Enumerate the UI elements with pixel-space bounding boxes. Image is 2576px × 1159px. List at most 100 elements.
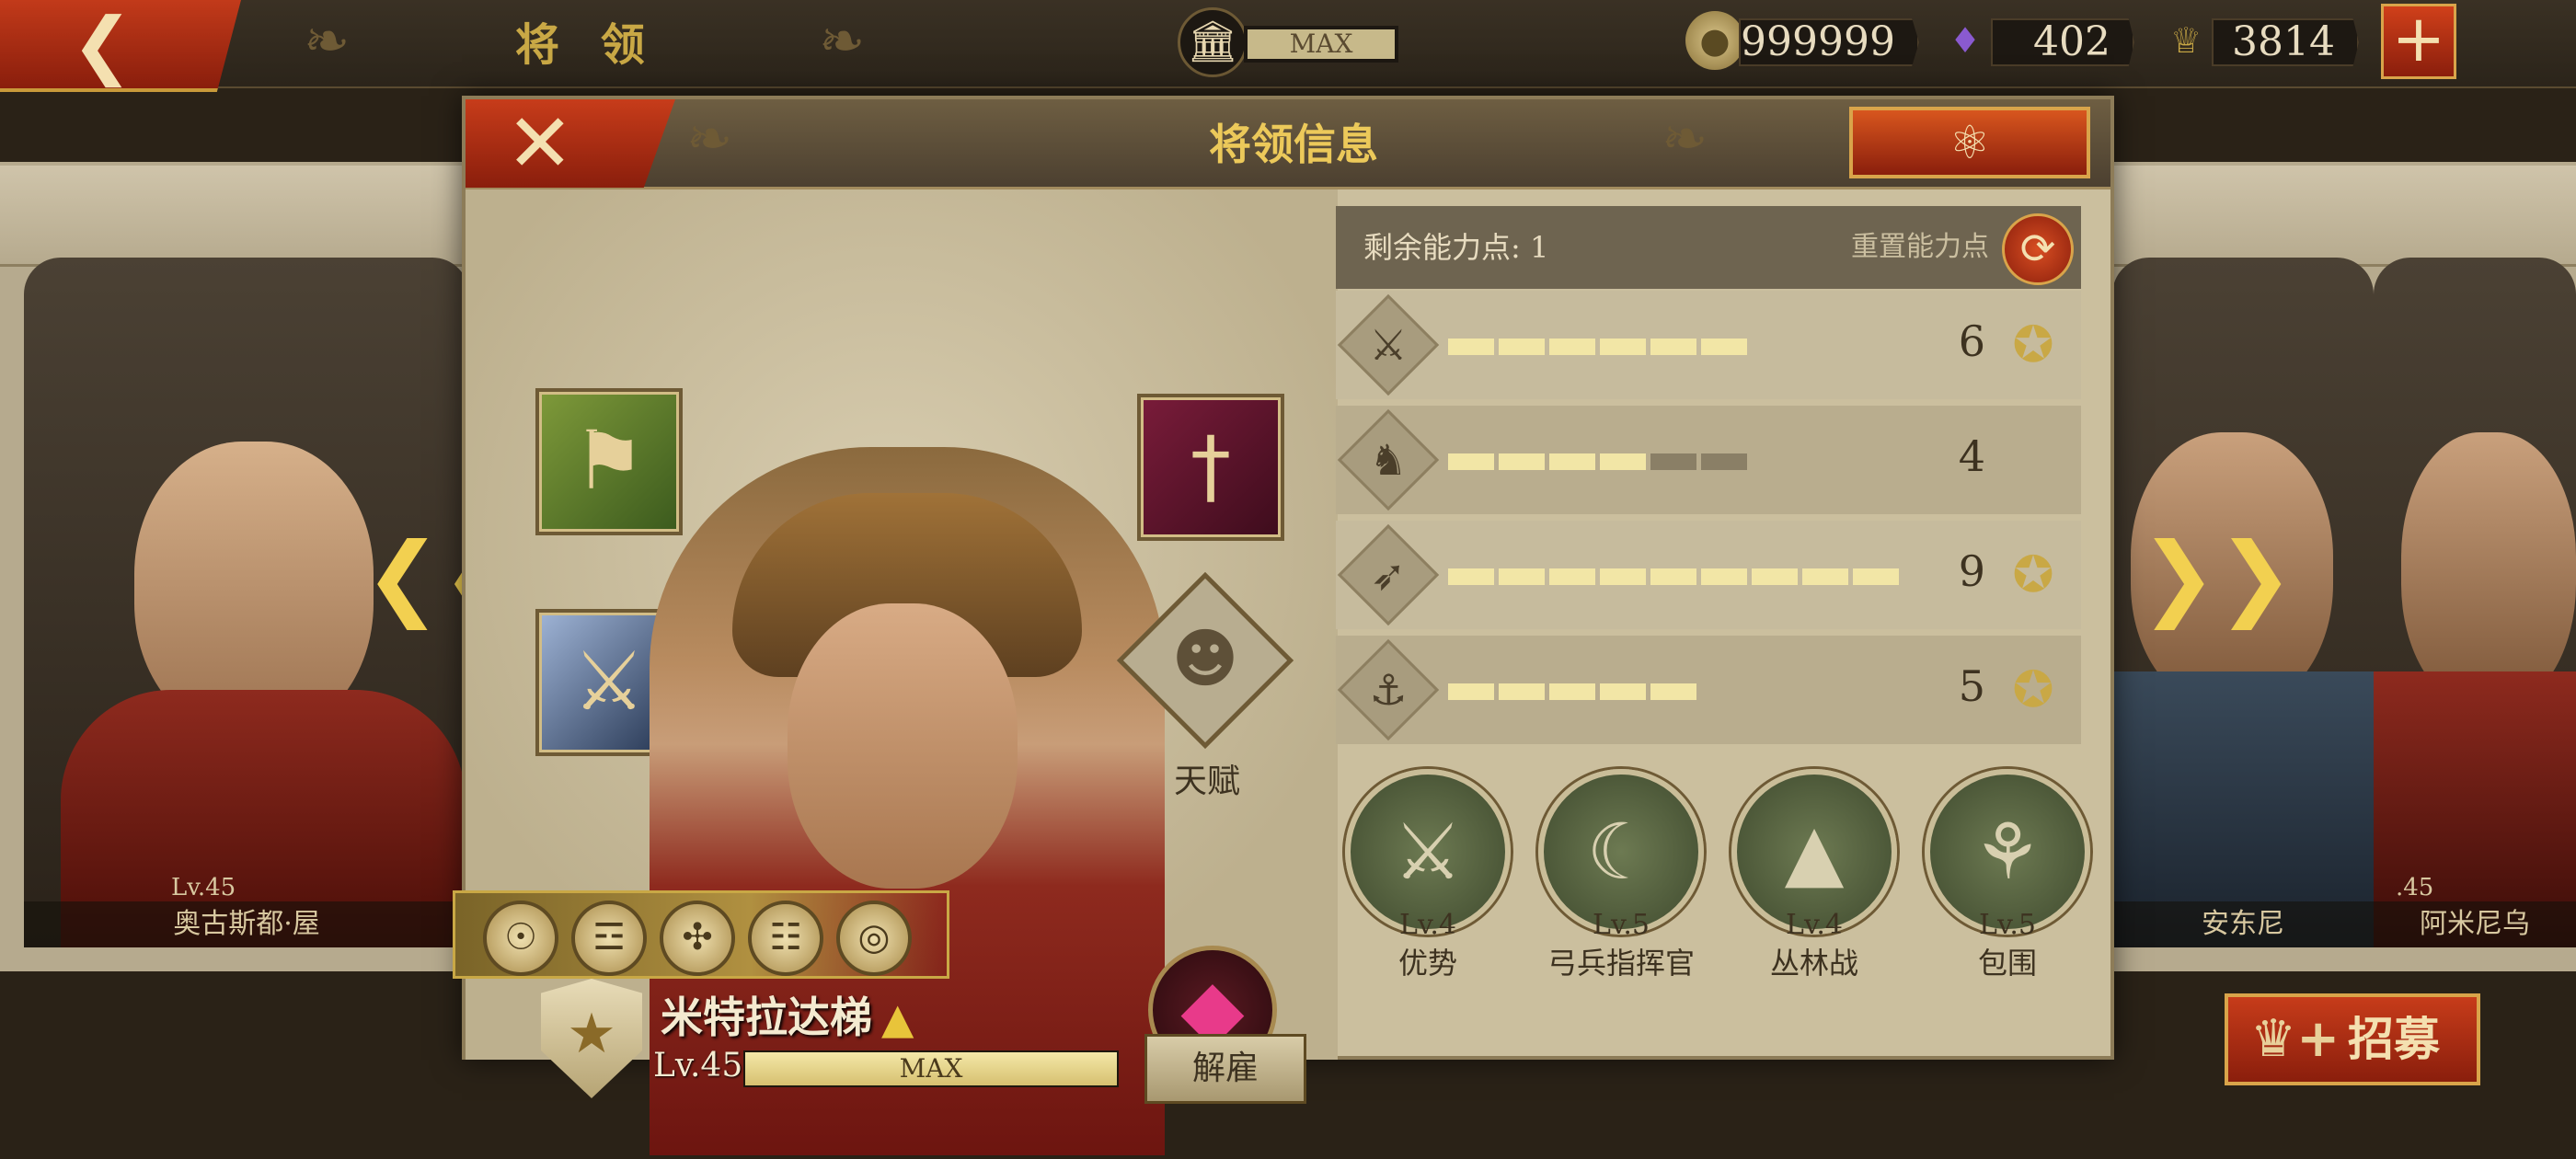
stat-pip xyxy=(1650,339,1696,355)
side-hero-card-right-2[interactable]: .45 阿米尼乌 xyxy=(2374,258,2576,947)
laurel-right-icon: ❧ xyxy=(1662,107,1708,171)
forest-icon: ▲ xyxy=(1784,807,1845,897)
anchor-icon: ⚓ xyxy=(1369,665,1408,715)
stat-pip xyxy=(1802,568,1848,585)
skill-name: 包围 xyxy=(1977,946,2037,981)
hero-level: Lv.45 xyxy=(653,1047,743,1084)
hero-info-dialog: ✕ ❧ 将领信息 ❧ ⚛ ⚑ ⚔ † ☻ 天赋 ◆ ☉ ☲ ✣ ☷ ◎ ★ 米特… xyxy=(453,96,2114,1155)
dagger-icon: † xyxy=(1190,419,1231,513)
stat-pip xyxy=(1549,453,1595,470)
bank-icon[interactable]: 🏛 xyxy=(1178,7,1248,77)
stat-pip xyxy=(1600,339,1646,355)
medal-icon[interactable]: ☷ xyxy=(748,901,823,976)
stat-progress-pips xyxy=(1448,683,1908,700)
skill-name: 丛林战 xyxy=(1769,946,1858,981)
xp-bar: MAX xyxy=(743,1050,1119,1087)
laurel-left-icon: ❧ xyxy=(304,9,351,74)
side-hero-portrait xyxy=(2401,432,2576,708)
bow-icon: ☾ xyxy=(1586,807,1656,897)
dialog-title: 将领信息 xyxy=(1209,120,1378,169)
stat-row[interactable]: ➶ 9 ✪ xyxy=(1336,521,2081,629)
ability-points-remaining: 剩余能力点: 1 xyxy=(1363,230,1549,265)
stat-pip xyxy=(1448,568,1494,585)
stat-progress-pips xyxy=(1448,568,1908,585)
skill-level: Lv.5 xyxy=(1593,909,1650,941)
star-laurel-badge-icon: ✪ xyxy=(2012,316,2054,373)
stat-progress-pips xyxy=(1448,453,1908,470)
banner-icon: ⚑ xyxy=(572,413,646,508)
medal-strip: ☉ ☲ ✣ ☷ ◎ xyxy=(453,890,949,979)
stat-pip xyxy=(1549,339,1595,355)
dismiss-button[interactable]: 解雇 xyxy=(1144,1034,1306,1104)
medal-icon[interactable]: ✣ xyxy=(660,901,735,976)
stat-pip xyxy=(1650,568,1696,585)
plus-icon: + xyxy=(2391,1,2446,76)
bow-icon: ➶ xyxy=(1370,550,1407,600)
equip-slot-dagger[interactable]: † xyxy=(1137,394,1284,541)
medal-icon[interactable]: ◎ xyxy=(836,901,912,976)
sword-icon: ⚔ xyxy=(1369,320,1408,370)
stat-value: 6 xyxy=(1958,316,1985,366)
rank-badge-icon: ★ xyxy=(541,979,642,1098)
stat-pip xyxy=(1600,568,1646,585)
stat-pip xyxy=(1853,568,1899,585)
back-chevron-icon: ❮ xyxy=(71,1,133,87)
encircle-icon: ⚘ xyxy=(1972,807,2042,897)
stat-pip xyxy=(1549,568,1595,585)
stat-pip xyxy=(1650,683,1696,700)
stat-pip xyxy=(1752,568,1798,585)
reset-points-button[interactable]: ⟳ xyxy=(2002,213,2074,285)
spqr-counter: 3814 xyxy=(2212,18,2359,66)
cavalry-icon: ♞ xyxy=(1369,435,1408,485)
portrait-area: ⚑ ⚔ † ☻ 天赋 ◆ ☉ ☲ ✣ ☷ ◎ ★ 米特拉达梯 ▲ Lv.45 M… xyxy=(453,189,1338,1155)
add-currency-button[interactable]: + xyxy=(2381,4,2456,79)
eagle-button[interactable]: ⚛ xyxy=(1849,107,2090,178)
stat-pip xyxy=(1600,453,1646,470)
stat-row[interactable]: ⚔ 6 ✪ xyxy=(1336,291,2081,399)
side-hero-name: 安东尼 xyxy=(2112,901,2374,947)
stat-pip xyxy=(1701,453,1747,470)
next-hero-arrow-icon[interactable]: ❯❯ xyxy=(2140,522,2294,630)
stat-pip xyxy=(1499,453,1545,470)
building-level-badge: MAX xyxy=(1244,26,1398,63)
stat-pip xyxy=(1499,339,1545,355)
stat-progress-pips xyxy=(1448,339,1908,355)
side-hero-level: .45 xyxy=(2396,874,2434,901)
medal-icon[interactable]: ☲ xyxy=(571,901,647,976)
skill-name: 弓兵指挥官 xyxy=(1547,946,1695,981)
equip-slot-banner[interactable]: ⚑ xyxy=(535,388,683,535)
gold-counter: 999999 xyxy=(1739,18,1919,66)
star-laurel-badge-icon: ✪ xyxy=(2012,660,2054,718)
ability-points-header: 剩余能力点: 1 重置能力点 ⟳ xyxy=(1336,206,2081,289)
close-button[interactable]: ✕ xyxy=(466,99,675,188)
skill-level: Lv.5 xyxy=(1979,909,2036,941)
recruit-button[interactable]: ♛+ 招募 xyxy=(2225,993,2480,1085)
stat-pip xyxy=(1448,453,1494,470)
gold-coin-icon: ● xyxy=(1685,11,1744,70)
medal-icon[interactable]: ☉ xyxy=(483,901,558,976)
talent-face-icon: ☻ xyxy=(1171,621,1239,696)
stat-pip xyxy=(1499,568,1545,585)
stat-pip xyxy=(1600,683,1646,700)
recruit-label: 招募 xyxy=(2348,1012,2440,1066)
stat-row[interactable]: ♞ 4 xyxy=(1336,406,2081,514)
back-button[interactable]: ❮ xyxy=(0,0,241,92)
stat-value: 4 xyxy=(1958,431,1985,481)
stat-row[interactable]: ⚓ 5 ✪ xyxy=(1336,636,2081,744)
gem-counter: 402 xyxy=(1991,18,2134,66)
archers-icon: ⚔ xyxy=(1393,807,1463,897)
side-hero-name: 奥古斯都·屋 xyxy=(24,901,469,947)
side-hero-name: 阿米尼乌 xyxy=(2374,901,2576,947)
stat-pip xyxy=(1701,339,1747,355)
stat-pip xyxy=(1701,568,1747,585)
stat-value: 5 xyxy=(1958,661,1985,711)
helmet-plus-icon: ♛+ xyxy=(2250,1009,2340,1069)
rank-up-arrow-icon[interactable]: ▲ xyxy=(881,993,914,1043)
laurel-right-icon: ❧ xyxy=(819,9,866,74)
laurel-left-icon: ❧ xyxy=(686,107,733,171)
talent-label: 天赋 xyxy=(1173,763,1240,800)
stat-pip xyxy=(1650,453,1696,470)
skill-level: Lv.4 xyxy=(1786,909,1843,941)
close-icon: ✕ xyxy=(506,96,574,190)
page-title: 将 领 xyxy=(515,19,658,71)
